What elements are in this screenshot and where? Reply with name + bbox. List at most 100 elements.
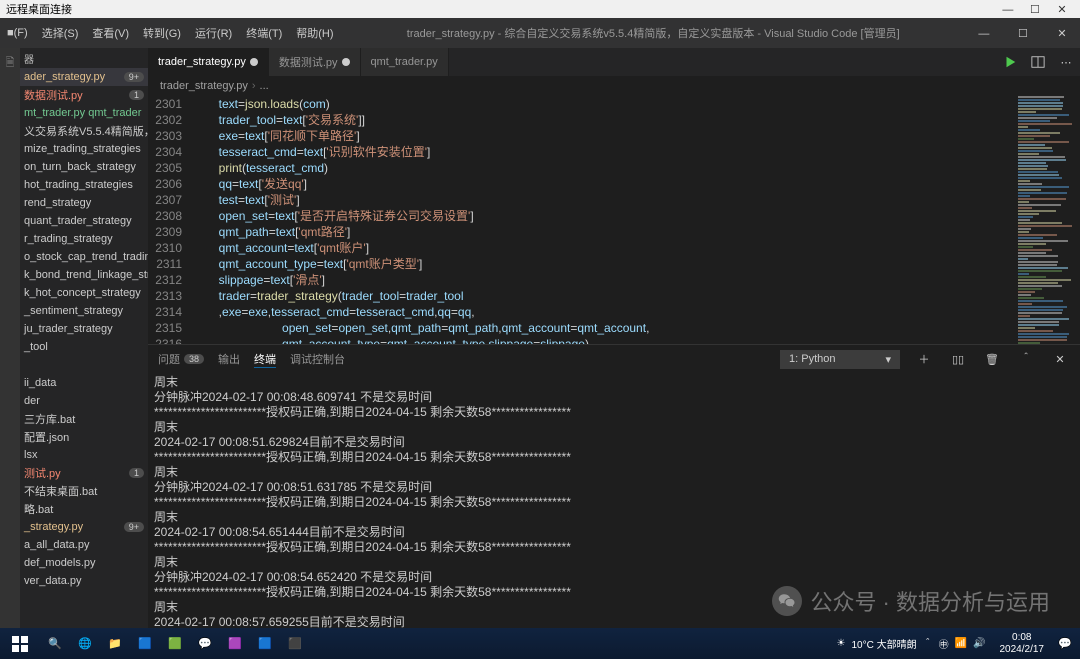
menu-file[interactable]: ■(F) [0, 18, 35, 48]
explorer-item[interactable]: ver_data.py [20, 572, 148, 590]
breadcrumb-more[interactable]: ... [260, 80, 269, 92]
explorer-item[interactable]: a_all_data.py [20, 536, 148, 554]
explorer-icon[interactable]: 🗎 [0, 54, 20, 78]
explorer-item[interactable]: on_turn_back_strategy [20, 158, 148, 176]
panel-tab[interactable]: 终端 [254, 351, 276, 368]
rdp-close-icon[interactable]: ✕ [1050, 3, 1074, 16]
explorer-item[interactable]: 三方库.bat [20, 410, 148, 428]
explorer-item[interactable]: 数据测试.py1 [20, 86, 148, 104]
editor-tab[interactable]: qmt_trader.py [361, 48, 449, 76]
system-tray[interactable]: ☀ 10°C 大部晴朗 ＾ ㊥ 📶 🔊 [829, 636, 994, 651]
trash-icon[interactable]: 🗑 [982, 353, 1002, 366]
panel-tab[interactable]: 调试控制台 [290, 351, 345, 367]
split-editor-icon[interactable] [1024, 48, 1052, 76]
app-icon-2[interactable]: 🟩 [160, 628, 190, 659]
explorer-item[interactable]: hot_trading_strategies [20, 176, 148, 194]
terminal-taskbar-icon[interactable]: ⬛ [280, 628, 310, 659]
code-line[interactable]: tesseract_cmd=text['识别软件安装位置'] [192, 144, 1010, 160]
explorer-item[interactable]: r_trading_strategy [20, 230, 148, 248]
panel-tab[interactable]: 输出 [218, 351, 240, 367]
explorer-item[interactable]: mize_trading_strategies [20, 140, 148, 158]
code-line[interactable]: open_set=text['是否开启特殊证券公司交易设置'] [192, 208, 1010, 224]
editor-tab[interactable]: 数据测试.py [269, 48, 361, 76]
explorer-item[interactable]: ader_strategy.py9+ [20, 68, 148, 86]
explorer-item[interactable]: 配置.json [20, 428, 148, 446]
menu-go[interactable]: 转到(G) [136, 18, 188, 48]
explorer-item[interactable]: _strategy.py9+ [20, 518, 148, 536]
volume-icon[interactable]: 🔊 [973, 638, 985, 649]
code-line[interactable]: open_set=open_set,qmt_path=qmt_path,qmt_… [192, 320, 1010, 336]
breadcrumb-file[interactable]: trader_strategy.py [160, 80, 248, 92]
vscode-taskbar-icon[interactable]: 🟦 [250, 628, 280, 659]
vscode-close-icon[interactable]: ✕ [1044, 27, 1080, 40]
code-line[interactable]: exe=text['同花顺下单路径'] [192, 128, 1010, 144]
explorer-item[interactable]: 测试.py1 [20, 464, 148, 482]
app-icon-1[interactable]: 🟦 [130, 628, 160, 659]
menu-select[interactable]: 选择(S) [35, 18, 86, 48]
search-icon[interactable]: 🔍 [40, 628, 70, 659]
terminal-output[interactable]: 周末分钟脉冲2024-02-17 00:08:48.609741 不是交易时间*… [148, 373, 1080, 628]
start-button[interactable] [0, 636, 40, 652]
code-content[interactable]: text=json.loads(com) trader_tool=text['交… [192, 96, 1010, 344]
run-icon[interactable] [996, 48, 1024, 76]
code-line[interactable]: slippage=text['滑点'] [192, 272, 1010, 288]
rdp-minimize-icon[interactable]: — [996, 4, 1020, 16]
code-line[interactable]: print(tesseract_cmd) [192, 160, 1010, 176]
explorer-item[interactable] [20, 356, 148, 374]
code-line[interactable]: qmt_path=text['qmt路径'] [192, 224, 1010, 240]
explorer-item[interactable]: rend_strategy [20, 194, 148, 212]
editor-tab[interactable]: trader_strategy.py [148, 48, 269, 76]
vscode-maximize-icon[interactable]: ☐ [1005, 27, 1041, 40]
code-line[interactable]: trader=trader_strategy(trader_tool=trade… [192, 288, 1010, 304]
maximize-panel-icon[interactable]: ＾ [1016, 351, 1036, 367]
explorer-item[interactable]: k_bond_trend_linkage_strategy [20, 266, 148, 284]
explorer-item[interactable]: _tool [20, 338, 148, 356]
new-terminal-icon[interactable]: ＋ [914, 351, 934, 367]
menu-help[interactable]: 帮助(H) [289, 18, 340, 48]
explorer-item[interactable]: k_hot_concept_strategy [20, 284, 148, 302]
breadcrumb[interactable]: trader_strategy.py › ... [148, 76, 1080, 96]
terminal-selector[interactable]: 1: Python ▾ [780, 350, 900, 369]
explorer-item[interactable]: 义交易系统V5.5.4精简版，自定义实… [20, 122, 148, 140]
code-line[interactable]: qmt_account_type=text['qmt账户类型'] [192, 256, 1010, 272]
explorer-taskbar-icon[interactable]: 📁 [100, 628, 130, 659]
explorer-item[interactable]: 不结束桌面.bat [20, 482, 148, 500]
close-panel-icon[interactable]: ✕ [1050, 353, 1070, 366]
explorer-item[interactable]: quant_trader_strategy [20, 212, 148, 230]
explorer-item[interactable]: def_models.py [20, 554, 148, 572]
tray-chevron-icon[interactable]: ＾ [923, 636, 933, 651]
taskbar-clock[interactable]: 0:08 2024/2/17 [994, 632, 1051, 656]
ime-icon[interactable]: ㊥ [939, 636, 949, 651]
explorer-item[interactable]: lsx [20, 446, 148, 464]
code-line[interactable]: qq=text['发送qq'] [192, 176, 1010, 192]
code-editor[interactable]: 2301230223032304230523062307230823092310… [148, 96, 1010, 344]
explorer-item[interactable]: o_stock_cap_trend_trading [20, 248, 148, 266]
wifi-icon[interactable]: 📶 [955, 638, 967, 649]
explorer-item[interactable]: ii_data [20, 374, 148, 392]
code-line[interactable]: ,exe=exe,tesseract_cmd=tesseract_cmd,qq=… [192, 304, 1010, 320]
explorer-item[interactable]: mt_trader.py qmt_trader [20, 104, 148, 122]
app-icon-3[interactable]: 🟪 [220, 628, 250, 659]
wechat-icon[interactable]: 💬 [190, 628, 220, 659]
menu-view[interactable]: 查看(V) [85, 18, 136, 48]
code-line[interactable]: qmt_account_type=qmt_account_type,slippa… [192, 336, 1010, 344]
menu-run[interactable]: 运行(R) [188, 18, 239, 48]
explorer-item[interactable]: 略.bat [20, 500, 148, 518]
panel-tab[interactable]: 问题38 [158, 351, 204, 367]
edge-icon[interactable]: 🌐 [70, 628, 100, 659]
code-line[interactable]: text=json.loads(com) [192, 96, 1010, 112]
vscode-minimize-icon[interactable]: — [966, 28, 1002, 40]
code-line[interactable]: qmt_account=text['qmt账户'] [192, 240, 1010, 256]
minimap[interactable] [1010, 96, 1080, 344]
menu-terminal[interactable]: 终端(T) [239, 18, 289, 48]
more-icon[interactable]: ⋯ [1052, 48, 1080, 76]
line-number-gutter: 2301230223032304230523062307230823092310… [148, 96, 192, 344]
explorer-item[interactable]: ju_trader_strategy [20, 320, 148, 338]
explorer-item[interactable]: _sentiment_strategy [20, 302, 148, 320]
explorer-item[interactable]: der [20, 392, 148, 410]
split-terminal-icon[interactable]: ▯▯ [948, 353, 968, 366]
notification-icon[interactable]: 💬 [1050, 628, 1080, 659]
code-line[interactable]: trader_tool=text['交易系统']] [192, 112, 1010, 128]
rdp-maximize-icon[interactable]: ☐ [1023, 3, 1047, 16]
code-line[interactable]: test=text['测试'] [192, 192, 1010, 208]
